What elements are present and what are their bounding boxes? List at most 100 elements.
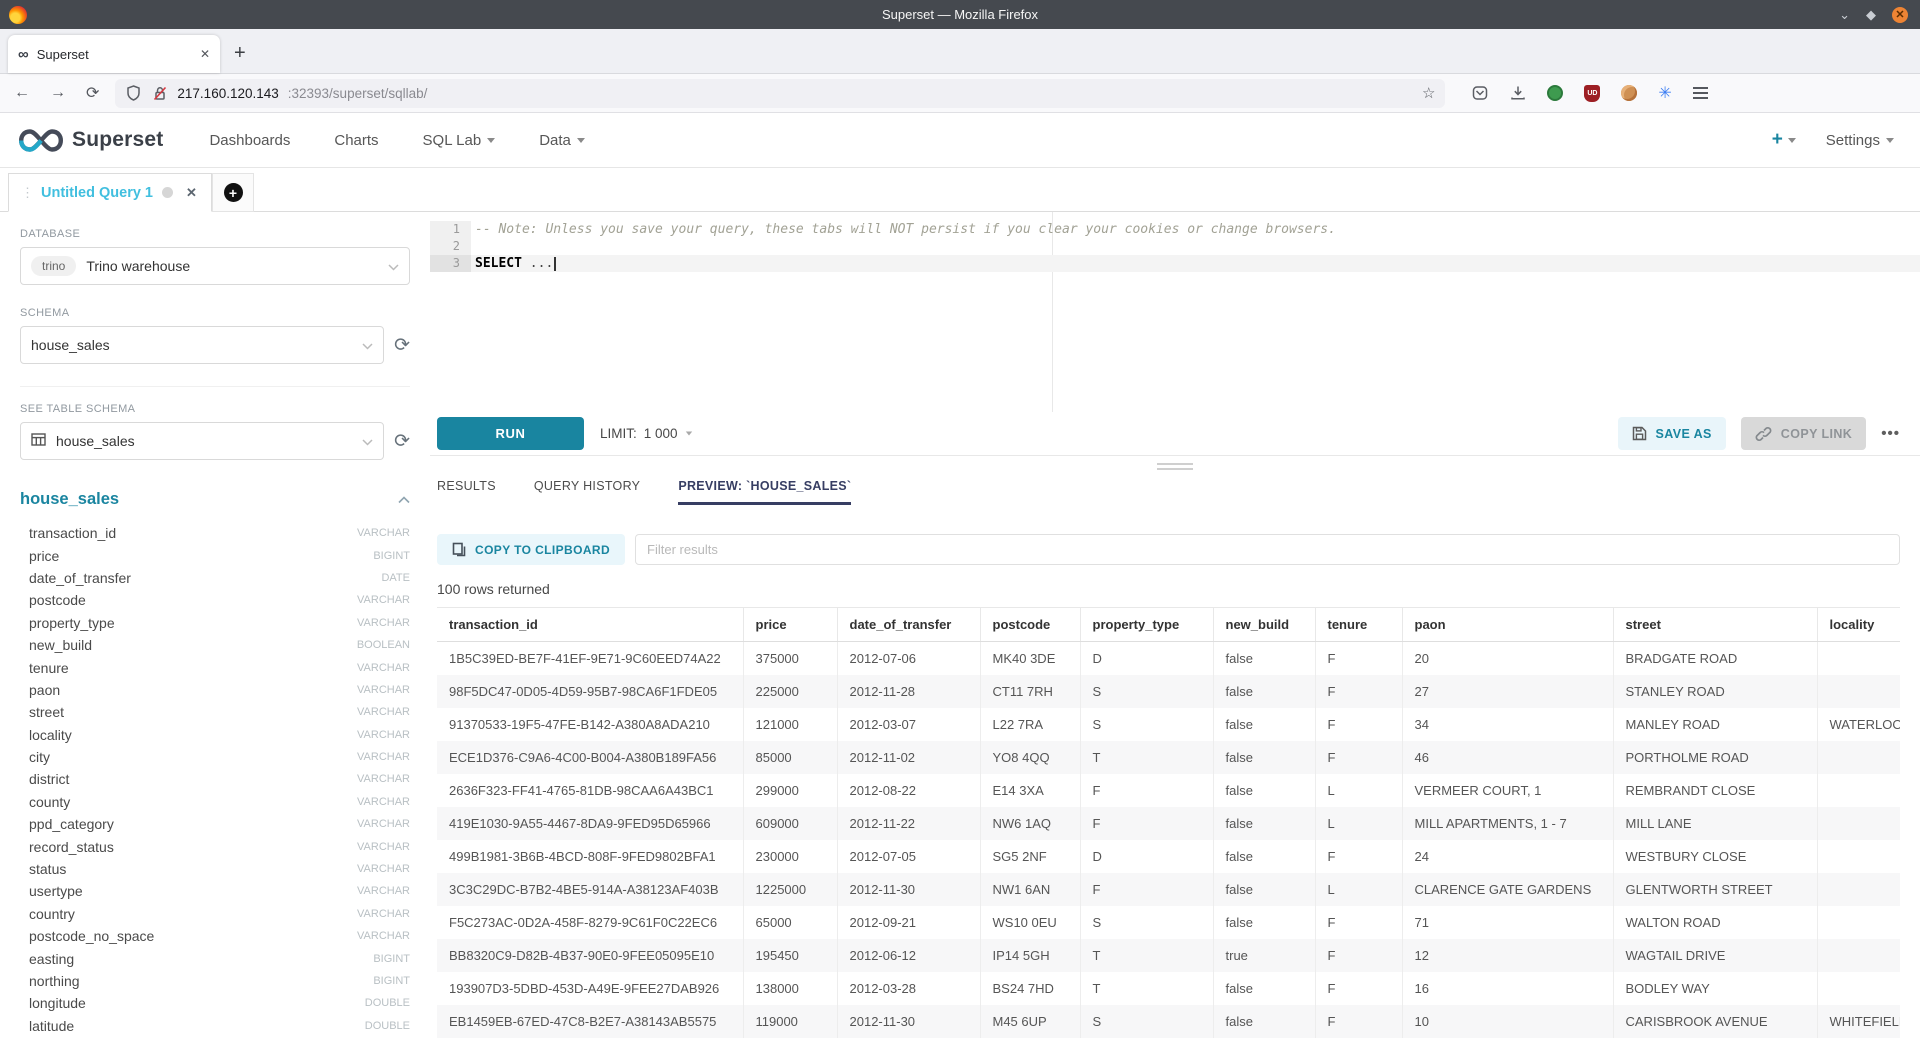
table-select[interactable]: house_sales	[20, 422, 384, 460]
cell-price: 121000	[743, 708, 837, 741]
cell-tenure: L	[1315, 873, 1402, 906]
collapse-chevron-up-icon[interactable]	[398, 491, 410, 509]
window-minimize-icon[interactable]: ⌄	[1839, 8, 1850, 21]
column-name: ppd_category	[29, 816, 114, 832]
editor-line-1: 1 -- Note: Unless you save your query, t…	[430, 221, 1920, 238]
cell-transaction-id: 1B5C39ED-BE7F-41EF-9E71-9C60EED74A22	[437, 642, 743, 675]
refresh-table-icon[interactable]: ⟳	[394, 432, 410, 451]
add-query-tab[interactable]: +	[212, 173, 254, 212]
column-header[interactable]: locality	[1817, 608, 1900, 642]
cell-price: 225000	[743, 675, 837, 708]
column-type: VARCHAR	[357, 841, 410, 853]
cell-price: 65000	[743, 906, 837, 939]
extension-green-icon[interactable]	[1547, 85, 1563, 101]
plus-circle-icon: +	[224, 183, 243, 202]
cell-paon: 34	[1402, 708, 1613, 741]
copy-link-button[interactable]: COPY LINK	[1741, 417, 1866, 450]
reload-icon[interactable]: ⟳	[86, 83, 99, 103]
drag-grip-icon[interactable]: ⋮	[21, 185, 32, 201]
cell-locality	[1817, 840, 1900, 873]
nav-dashboards[interactable]: Dashboards	[209, 132, 290, 149]
chevron-down-icon	[577, 138, 585, 143]
limit-dropdown[interactable]: LIMIT: 1 000	[600, 426, 693, 441]
cell-price: 138000	[743, 972, 837, 1005]
save-as-button[interactable]: SAVE AS	[1618, 417, 1726, 450]
column-type: DATE	[381, 572, 410, 584]
column-header[interactable]: postcode	[980, 608, 1080, 642]
database-engine-pill: trino	[31, 256, 76, 276]
more-actions-button[interactable]: •••	[1881, 425, 1900, 442]
tab-close-icon[interactable]: ✕	[200, 47, 210, 61]
nav-data[interactable]: Data	[539, 132, 585, 149]
cell-price: 1225000	[743, 873, 837, 906]
schema-select[interactable]: house_sales	[20, 326, 384, 364]
insecure-lock-icon[interactable]	[151, 85, 168, 102]
tab-query-history[interactable]: QUERY HISTORY	[534, 479, 640, 505]
column-header[interactable]: tenure	[1315, 608, 1402, 642]
cell-price: 119000	[743, 1005, 837, 1038]
resize-handle[interactable]	[1157, 463, 1193, 473]
column-header[interactable]: transaction_id	[437, 608, 743, 642]
cell-date-of-transfer: 2012-11-22	[837, 807, 980, 840]
superset-brand[interactable]: Superset	[18, 127, 163, 154]
cell-date-of-transfer: 2012-11-30	[837, 1005, 980, 1038]
cell-paon: 12	[1402, 939, 1613, 972]
cell-tenure: F	[1315, 741, 1402, 774]
menu-hamburger-icon[interactable]	[1693, 87, 1708, 99]
column-header[interactable]: new_build	[1213, 608, 1315, 642]
tab-preview-house-sales[interactable]: PREVIEW: `HOUSE_SALES`	[678, 479, 851, 505]
sql-editor[interactable]: 1 -- Note: Unless you save your query, t…	[430, 212, 1920, 412]
forward-icon[interactable]: →	[50, 84, 66, 102]
results-tabs: RESULTS QUERY HISTORY PREVIEW: `HOUSE_SA…	[430, 479, 1920, 514]
downloads-icon[interactable]	[1509, 85, 1526, 102]
column-header[interactable]: date_of_transfer	[837, 608, 980, 642]
column-header[interactable]: street	[1613, 608, 1817, 642]
database-select[interactable]: trino Trino warehouse	[20, 247, 410, 285]
pocket-icon[interactable]	[1471, 85, 1488, 102]
cell-postcode: WS10 0EU	[980, 906, 1080, 939]
url-bar[interactable]: 217.160.120.143:32393/superset/sqllab/ ☆	[115, 79, 1445, 108]
refresh-schema-icon[interactable]: ⟳	[394, 336, 410, 355]
cell-locality	[1817, 642, 1900, 675]
tab-results[interactable]: RESULTS	[437, 479, 496, 505]
cell-paon: VERMEER COURT, 1	[1402, 774, 1613, 807]
column-header[interactable]: paon	[1402, 608, 1613, 642]
query-tab-close-icon[interactable]: ✕	[186, 185, 197, 201]
new-tab-icon[interactable]: +	[234, 42, 246, 65]
cell-postcode: IP14 5GH	[980, 939, 1080, 972]
column-header[interactable]: property_type	[1080, 608, 1213, 642]
cell-date-of-transfer: 2012-11-02	[837, 741, 980, 774]
column-type: DOUBLE	[365, 997, 410, 1009]
run-button[interactable]: RUN	[437, 417, 584, 450]
cell-street: MILL LANE	[1613, 807, 1817, 840]
shield-icon[interactable]	[125, 85, 142, 102]
new-item-menu[interactable]: +	[1772, 129, 1796, 151]
bookmark-star-icon[interactable]: ☆	[1422, 84, 1435, 102]
nav-charts[interactable]: Charts	[334, 132, 378, 149]
cell-street: BRADGATE ROAD	[1613, 642, 1817, 675]
nav-sql-lab[interactable]: SQL Lab	[423, 132, 496, 149]
window-close-icon[interactable]: ✕	[1892, 7, 1908, 23]
cookie-extension-icon[interactable]	[1621, 85, 1637, 101]
column-name: record_status	[29, 839, 114, 855]
table-heading[interactable]: house_sales	[20, 490, 119, 509]
line-number: 2	[430, 238, 471, 255]
ublock-shield-icon[interactable]: UD	[1584, 85, 1600, 102]
save-icon	[1632, 426, 1647, 441]
window-maximize-icon[interactable]: ◆	[1866, 8, 1876, 21]
copy-to-clipboard-button[interactable]: COPY TO CLIPBOARD	[437, 534, 625, 565]
cell-transaction-id: 98F5DC47-0D05-4D59-95B7-98CA6F1FDE05	[437, 675, 743, 708]
settings-menu[interactable]: Settings	[1826, 132, 1894, 149]
query-tab-row: ⋮ Untitled Query 1 ✕ +	[0, 168, 1920, 212]
cell-paon: 71	[1402, 906, 1613, 939]
back-icon[interactable]: ←	[14, 84, 30, 102]
column-row: tenure VARCHAR	[29, 656, 410, 678]
filter-results-input[interactable]	[635, 534, 1900, 565]
query-tab[interactable]: ⋮ Untitled Query 1 ✕	[8, 173, 212, 212]
column-header[interactable]: price	[743, 608, 837, 642]
cell-locality	[1817, 675, 1900, 708]
column-name: usertype	[29, 883, 83, 899]
column-type: VARCHAR	[357, 818, 410, 830]
extension-asterisk-icon[interactable]: ✳	[1658, 83, 1671, 103]
browser-tab[interactable]: ∞ Superset ✕	[8, 35, 220, 73]
